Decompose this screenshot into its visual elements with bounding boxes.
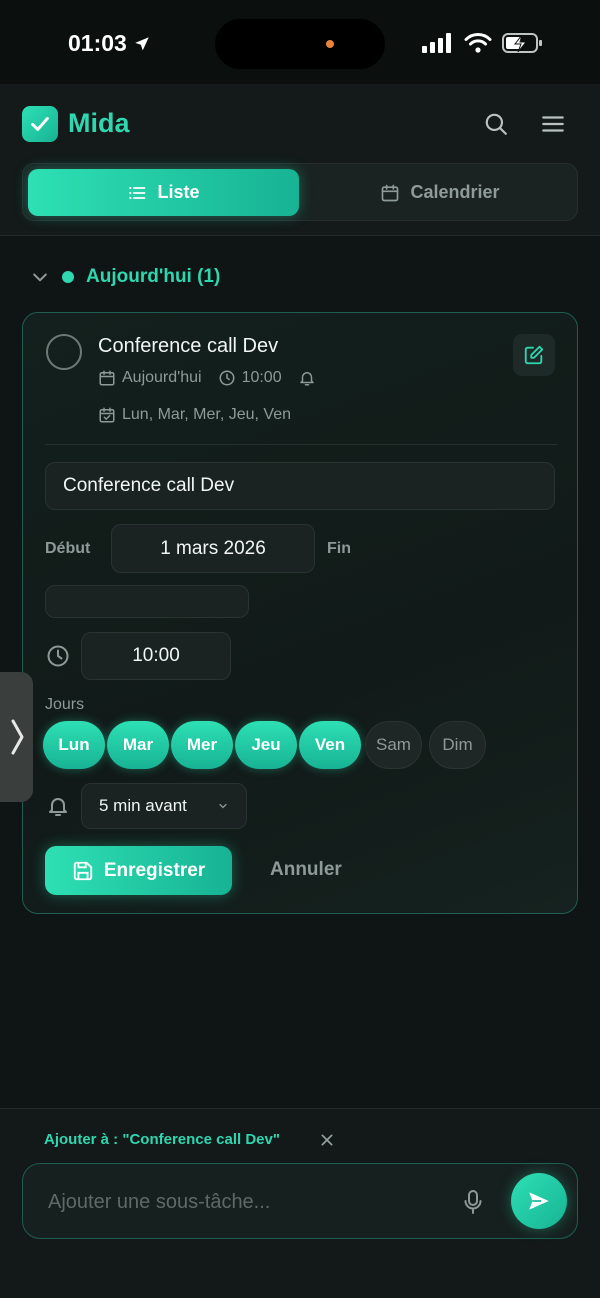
side-drawer-handle[interactable] — [0, 672, 33, 802]
task-card: Conference call Dev Aujourd'hui 10:00 Lu… — [22, 312, 578, 914]
cancel-button[interactable]: Annuler — [270, 859, 342, 881]
subtask-bar: Ajouter à : "Conference call Dev" — [0, 1108, 600, 1298]
start-date-label: Début — [45, 540, 91, 557]
calendar-icon — [382, 184, 399, 201]
save-button-label: Enregistrer — [103, 859, 206, 881]
tab-calendrier-label: Calendrier — [410, 182, 500, 202]
status-bar: 01:03 — [0, 0, 600, 84]
send-icon — [529, 1192, 549, 1210]
clear-target-button[interactable] — [318, 1131, 336, 1149]
calendar-check-icon — [99, 407, 115, 423]
app-title: Mida — [68, 108, 130, 138]
calendar-icon — [99, 370, 115, 386]
chevron-right-icon — [11, 719, 23, 755]
chevron-down-icon — [219, 803, 227, 809]
add-to-target-label: Ajouter à : "Conference call Dev" — [44, 1131, 280, 1148]
list-icon — [129, 186, 146, 199]
task-date: Aujourd'hui — [122, 369, 202, 386]
edit-icon — [524, 345, 544, 365]
microphone-icon — [464, 1190, 482, 1214]
edit-task-button[interactable] — [513, 334, 555, 376]
tab-calendrier[interactable]: Calendrier — [308, 169, 572, 216]
hamburger-menu-icon — [542, 116, 564, 132]
location-arrow-icon — [135, 36, 149, 50]
app-header: Mida Liste Calendrier — [0, 84, 600, 236]
save-icon — [73, 861, 92, 880]
task-time: 10:00 — [241, 369, 282, 386]
day-chip-jeu[interactable]: Jeu — [235, 721, 297, 769]
section-title: Aujourd'hui (1) — [86, 266, 221, 287]
cellular-signal-icon — [422, 33, 451, 53]
menu-button[interactable] — [539, 110, 567, 138]
subtask-input-wrapper — [22, 1163, 578, 1239]
reminder-select-value: 5 min avant — [99, 796, 187, 815]
day-chip-lun[interactable]: Lun — [43, 721, 105, 769]
time-input[interactable]: 10:00 — [81, 632, 231, 680]
task-title: Conference call Dev — [98, 335, 279, 357]
clock-icon — [47, 645, 69, 667]
task-repeat-row: Lun, Mar, Mer, Jeu, Ven — [98, 406, 291, 424]
clock-icon — [219, 370, 235, 386]
start-date-input[interactable]: 1 mars 2026 — [111, 524, 315, 573]
day-chip-sam[interactable]: Sam — [365, 721, 422, 769]
view-toggle: Liste Calendrier — [22, 163, 578, 221]
check-icon — [31, 117, 49, 131]
day-chip-ven[interactable]: Ven — [299, 721, 361, 769]
section-today-header[interactable]: Aujourd'hui (1) — [30, 266, 220, 288]
wifi-icon — [464, 33, 492, 53]
subtask-input[interactable] — [48, 1188, 438, 1216]
task-complete-checkbox[interactable] — [46, 334, 82, 370]
day-chip-mer[interactable]: Mer — [171, 721, 233, 769]
tab-liste[interactable]: Liste — [28, 169, 299, 216]
status-indicators — [422, 32, 544, 54]
search-icon — [485, 113, 507, 135]
status-time-text: 01:03 — [68, 30, 127, 56]
task-meta-row: Aujourd'hui 10:00 — [98, 369, 316, 387]
bell-icon — [299, 372, 314, 386]
battery-charging-icon — [502, 33, 542, 53]
task-repeat-days: Lun, Mar, Mer, Jeu, Ven — [122, 406, 291, 423]
day-chip-dim[interactable]: Dim — [429, 721, 486, 769]
reminder-select[interactable]: 5 min avant — [81, 783, 247, 829]
close-icon — [321, 1134, 333, 1146]
task-title-input[interactable]: Conference call Dev — [45, 462, 555, 510]
send-subtask-button[interactable] — [511, 1173, 567, 1229]
app-logo — [22, 106, 58, 142]
status-time: 01:03 — [68, 30, 151, 57]
dynamic-island — [215, 19, 385, 69]
chevron-down-icon — [33, 273, 47, 282]
days-label: Jours — [45, 696, 85, 713]
save-button[interactable]: Enregistrer — [45, 846, 232, 895]
tab-liste-label: Liste — [157, 182, 200, 202]
voice-input-button[interactable] — [459, 1188, 487, 1216]
card-divider — [45, 444, 557, 445]
end-date-input[interactable] — [45, 585, 249, 618]
day-chip-mar[interactable]: Mar — [107, 721, 169, 769]
camera-indicator-icon — [326, 40, 334, 48]
bell-icon — [49, 798, 67, 816]
section-dot-icon — [62, 271, 74, 283]
end-date-label: Fin — [327, 540, 351, 557]
search-button[interactable] — [482, 110, 510, 138]
